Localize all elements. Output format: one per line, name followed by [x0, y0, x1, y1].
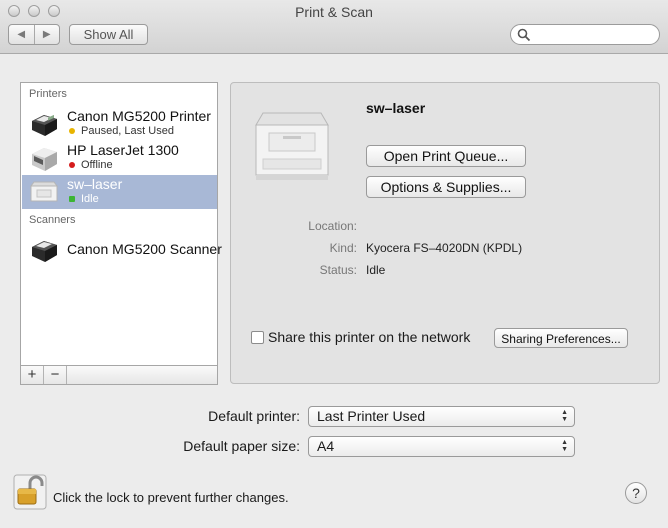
status-dot-icon [69, 196, 75, 202]
default-paper-size-value: A4 [317, 438, 335, 454]
printer-name: HP LaserJet 1300 [67, 142, 179, 158]
window-title: Print & Scan [295, 4, 373, 20]
printer-status: Paused, Last Used [69, 125, 174, 137]
printer-status-text: Paused, Last Used [81, 125, 174, 137]
sharing-preferences-button[interactable]: Sharing Preferences... [494, 328, 628, 348]
search-icon [517, 28, 531, 42]
inkjet-printer-icon [32, 114, 57, 136]
status-dot-icon [69, 128, 75, 134]
kind-value: Kyocera FS–4020DN (KPDL) [366, 241, 523, 255]
printer-detail-panel: sw–laser Open Print Queue... Options & S… [230, 82, 660, 384]
scanner-name: Canon MG5200 Scanner [67, 241, 222, 257]
selected-printer-icon [255, 112, 329, 180]
open-print-queue-button[interactable]: Open Print Queue... [366, 145, 526, 167]
default-printer-label: Default printer: [208, 408, 300, 424]
selected-printer-name: sw–laser [366, 100, 426, 116]
printer-status: Offline [69, 159, 113, 171]
help-button[interactable]: ? [625, 482, 647, 504]
add-printer-button[interactable]: + [21, 366, 44, 384]
printer-item-hp-laserjet-1300[interactable]: HP LaserJet 1300 Offline [22, 141, 217, 175]
office-printer-icon [30, 181, 58, 202]
printer-status: Idle [69, 193, 99, 205]
share-printer-label: Share this printer on the network [268, 329, 471, 345]
default-paper-size-popup[interactable]: A4 ▲ ▼ [308, 436, 575, 457]
search-field[interactable] [510, 24, 660, 45]
status-value: Idle [366, 263, 386, 277]
printers-section-header: Printers [29, 88, 67, 100]
scanners-section-header: Scanners [29, 214, 76, 226]
printer-name: sw–laser [67, 176, 123, 192]
popup-arrows-icon: ▲ ▼ [561, 439, 568, 453]
default-paper-size-label: Default paper size: [183, 438, 300, 454]
lock-icon[interactable] [13, 474, 47, 510]
list-toolbar: + − [20, 365, 218, 385]
back-button[interactable]: ◀ [9, 25, 34, 44]
printer-status-text: Offline [81, 159, 113, 171]
printer-list: Printers Canon MG5200 Printer Paused, La… [20, 82, 222, 366]
window-titlebar: Print & Scan ◀ ▶ Show All [0, 0, 668, 54]
printer-name: Canon MG5200 Printer [67, 108, 211, 124]
laser-printer-icon [32, 148, 57, 171]
options-supplies-button[interactable]: Options & Supplies... [366, 176, 526, 198]
default-printer-value: Last Printer Used [317, 408, 426, 424]
show-all-button[interactable]: Show All [69, 24, 148, 45]
printer-item-sw-laser[interactable]: sw–laser Idle [22, 175, 217, 209]
default-printer-popup[interactable]: Last Printer Used ▲ ▼ [308, 406, 575, 427]
remove-printer-button[interactable]: − [44, 366, 67, 384]
forward-button[interactable]: ▶ [33, 25, 60, 44]
status-label: Status: [319, 263, 357, 277]
printer-status-text: Idle [81, 193, 99, 205]
back-forward-control: ◀ ▶ [8, 24, 60, 45]
kind-label: Kind: [329, 241, 357, 255]
popup-arrows-icon: ▲ ▼ [561, 409, 568, 423]
location-label: Location: [308, 219, 357, 233]
share-printer-checkbox[interactable] [251, 331, 264, 344]
printer-item-canon-mg5200[interactable]: Canon MG5200 Printer Paused, Last Used [22, 107, 217, 141]
status-dot-icon [69, 162, 75, 168]
lock-message: Click the lock to prevent further change… [53, 490, 289, 505]
inkjet-scanner-icon [32, 241, 57, 262]
scanner-item-canon-mg5200[interactable]: Canon MG5200 Scanner [22, 233, 222, 267]
